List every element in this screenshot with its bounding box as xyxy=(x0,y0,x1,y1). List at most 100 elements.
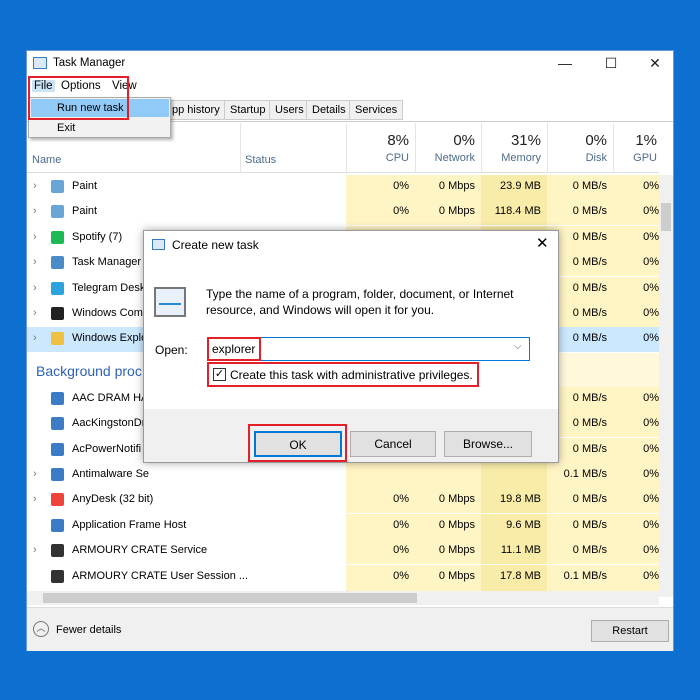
expand-chevron-icon[interactable]: › xyxy=(33,302,37,324)
highlight-file-run-box xyxy=(28,76,129,120)
gpu-cell: 0% xyxy=(613,302,659,327)
chevron-up-icon[interactable]: ︿ xyxy=(33,621,49,637)
open-label: Open: xyxy=(155,343,188,357)
column-cpu[interactable]: 8% CPU xyxy=(346,123,415,173)
chevron-down-icon[interactable]: ⌵ xyxy=(514,341,522,352)
cpu-cell: 0% xyxy=(346,564,415,590)
gpu-cell: 0% xyxy=(613,175,659,200)
scrollbar-thumb[interactable] xyxy=(661,203,671,231)
gpu-cell: 0% xyxy=(613,412,659,438)
mem-cell: 19.8 MB xyxy=(481,488,547,514)
column-memory[interactable]: 31% Memory xyxy=(481,123,547,173)
expand-chevron-icon[interactable]: › xyxy=(33,175,37,197)
highlight-admin-checkbox xyxy=(207,362,479,387)
process-row[interactable]: › AnyDesk (32 bit) 0% 0 Mbps 19.8 MB 0 MB/s 0% xyxy=(27,488,659,514)
process-name: Antimalware Se xyxy=(72,468,150,480)
tab-users[interactable]: Users xyxy=(269,100,310,120)
minimize-button[interactable]: — xyxy=(543,51,587,76)
process-row[interactable]: › ARMOURY CRATE Service 0% 0 Mbps 11.1 MB 0 M… xyxy=(27,539,659,565)
gpu-cell: 0% xyxy=(613,539,659,565)
cpu-cell: 0% xyxy=(346,488,415,514)
process-icon xyxy=(51,493,64,507)
column-network[interactable]: 0% Network xyxy=(415,123,481,173)
process-row[interactable]: ARMOURY CRATE User Session ... 0% 0 Mbps 17… xyxy=(27,564,659,590)
process-icon xyxy=(51,332,64,346)
expand-chevron-icon[interactable]: › xyxy=(33,539,37,561)
process-name: Task Manager xyxy=(72,256,142,269)
process-name: AacKingstonDr xyxy=(72,417,146,430)
menu-exit[interactable]: Exit xyxy=(57,122,75,134)
maximize-button[interactable]: ☐ xyxy=(589,51,633,76)
cpu-cell: 0% xyxy=(346,513,415,539)
process-icon xyxy=(51,307,64,320)
expand-chevron-icon[interactable]: › xyxy=(33,327,37,349)
gpu-cell: 0% xyxy=(613,564,659,590)
section-title: Background proc xyxy=(36,362,142,379)
expand-chevron-icon[interactable]: › xyxy=(33,200,37,222)
cancel-button[interactable]: Cancel xyxy=(350,431,436,457)
process-icon xyxy=(51,256,64,270)
memory-total: 31% xyxy=(510,132,541,149)
cpu-cell: 0% xyxy=(346,539,415,565)
horizontal-scrollbar[interactable] xyxy=(27,591,659,605)
process-icon xyxy=(51,391,64,405)
process-icon xyxy=(51,569,64,583)
net-cell xyxy=(415,463,481,488)
close-button[interactable]: ✕ xyxy=(633,51,677,76)
dialog-close-button[interactable]: ✕ xyxy=(536,234,549,252)
expand-chevron-icon[interactable]: › xyxy=(33,226,37,248)
gpu-cell: 0% xyxy=(613,437,659,463)
expand-chevron-icon[interactable]: › xyxy=(33,488,37,510)
disk-cell: 0 MB/s xyxy=(547,539,613,565)
tab-startup[interactable]: Startup xyxy=(224,100,272,120)
dialog-app-icon xyxy=(152,239,165,250)
process-row[interactable]: › Antimalware Se 0.1 MB/s 0% xyxy=(27,463,659,488)
tab-details[interactable]: Details xyxy=(306,100,352,120)
tab-services[interactable]: Services xyxy=(349,100,404,120)
restart-button[interactable]: Restart xyxy=(591,620,669,642)
disk-total: 0% xyxy=(585,132,607,149)
gpu-cell: 0% xyxy=(613,488,659,514)
gpu-cell: 0% xyxy=(613,276,659,302)
highlight-open-value xyxy=(207,337,261,361)
process-name: AAC DRAM HA xyxy=(72,391,149,404)
process-row[interactable]: Application Frame Host 0% 0 Mbps 9.6 MB 0 MB… xyxy=(27,513,659,539)
column-disk[interactable]: 0% Disk xyxy=(547,123,613,173)
net-cell: 0 Mbps xyxy=(415,175,481,200)
expand-chevron-icon[interactable]: › xyxy=(33,463,37,485)
process-icon xyxy=(51,180,64,193)
task-manager-icon xyxy=(33,57,47,69)
process-row[interactable]: › Paint 0% 0 Mbps 118.4 MB 0 MB/s 0% xyxy=(27,200,659,226)
h-scrollbar-thumb[interactable] xyxy=(43,593,417,603)
process-name: AcPowerNotifi xyxy=(72,442,142,455)
footer: ︿ Fewer details Restart xyxy=(27,607,673,651)
cpu-label: CPU xyxy=(385,152,409,164)
process-icon xyxy=(51,544,64,558)
column-name[interactable]: Name xyxy=(32,154,61,166)
process-row[interactable]: › Paint 0% 0 Mbps 23.9 MB 0 MB/s 0% xyxy=(27,175,659,200)
expand-chevron-icon[interactable]: › xyxy=(33,251,37,273)
process-name: Paint xyxy=(72,205,98,218)
net-cell: 0 Mbps xyxy=(415,488,481,514)
tab-app-history[interactable]: pp history xyxy=(167,100,226,120)
browse-button[interactable]: Browse... xyxy=(444,431,532,457)
process-name: Spotify (7) xyxy=(72,230,123,243)
process-icon xyxy=(51,518,64,532)
dialog-button-area: OK Cancel Browse... xyxy=(144,409,558,462)
net-cell: 0 Mbps xyxy=(415,513,481,539)
mem-cell: 17.8 MB xyxy=(481,564,547,590)
column-gpu[interactable]: 1% GPU xyxy=(613,123,659,173)
memory-label: Memory xyxy=(501,152,541,164)
gpu-label: GPU xyxy=(633,152,657,164)
process-name: Windows Com xyxy=(72,307,143,319)
process-icon xyxy=(51,442,64,456)
dialog-description: Type the name of a program, folder, docu… xyxy=(206,287,514,317)
mem-cell: 118.4 MB xyxy=(481,200,547,226)
fewer-details-link[interactable]: Fewer details xyxy=(56,624,121,636)
column-status[interactable]: Status xyxy=(240,123,346,173)
vertical-scrollbar[interactable] xyxy=(659,175,673,597)
expand-chevron-icon[interactable]: › xyxy=(33,277,37,299)
disk-cell: 0.1 MB/s xyxy=(547,564,613,590)
highlight-ok-button xyxy=(248,424,347,462)
network-total: 0% xyxy=(453,132,475,149)
